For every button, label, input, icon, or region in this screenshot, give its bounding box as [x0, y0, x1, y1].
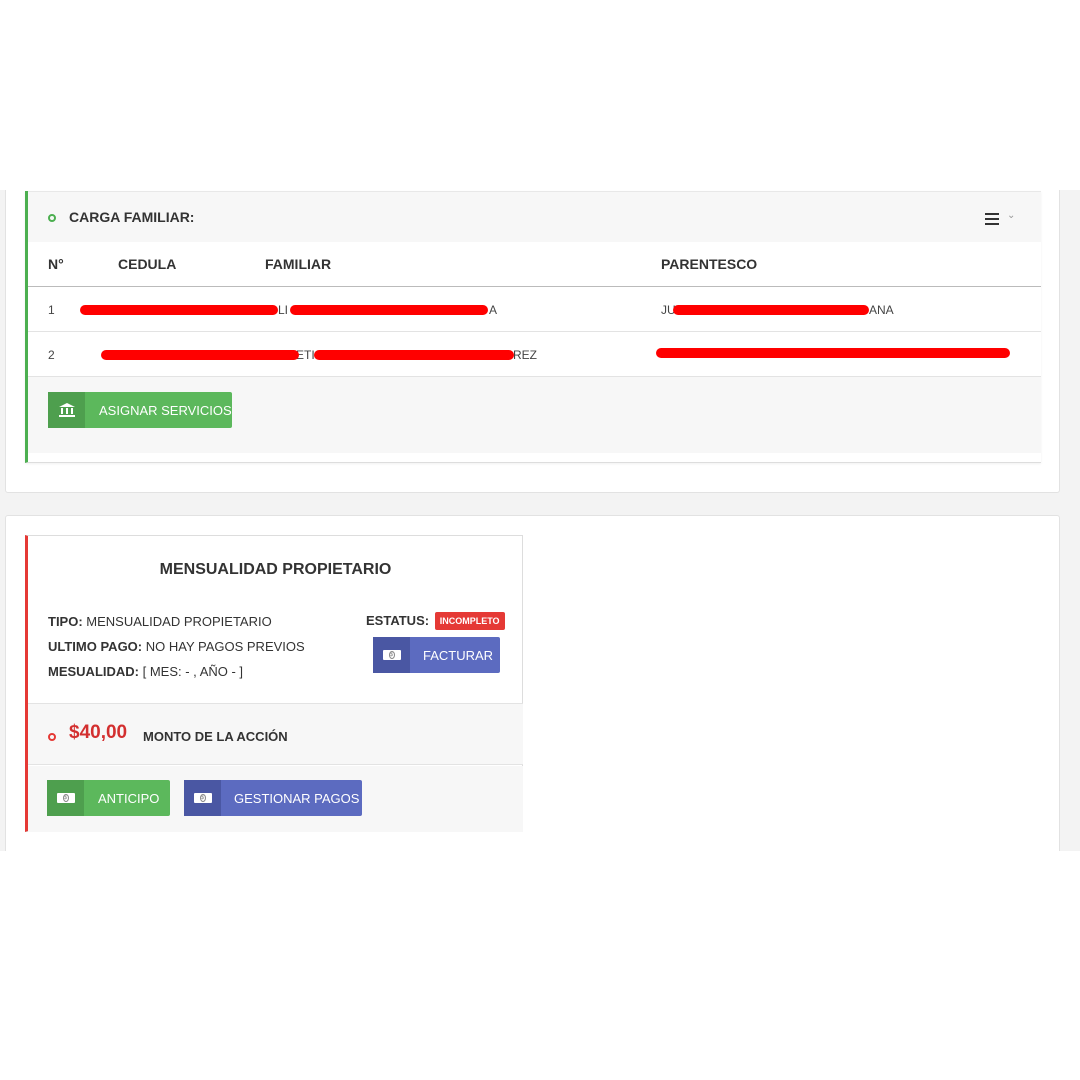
familiar-end: REZ	[513, 348, 537, 362]
familiar-start: LI	[278, 303, 289, 317]
column-header-familiar: FAMILIAR	[265, 256, 332, 272]
money-icon: $	[184, 780, 221, 816]
gestionar-pagos-button[interactable]: $ GESTIONAR PAGOS	[184, 780, 362, 816]
status-label: ESTATUS:	[366, 613, 430, 628]
parentesco-end: ANA	[869, 303, 894, 317]
facturar-label: FACTURAR	[423, 648, 494, 663]
ultimo-pago-label: ULTIMO PAGO:	[48, 639, 143, 654]
hamburger-icon[interactable]: ⌄	[985, 209, 1019, 227]
mensualidad-value: [ MES: - , AÑO - ]	[142, 664, 244, 679]
family-footer: ASIGNAR SERVICIOS	[28, 377, 1041, 453]
bank-icon	[48, 392, 85, 428]
row-number: 2	[48, 348, 55, 362]
gestionar-pagos-label: GESTIONAR PAGOS	[234, 791, 360, 806]
redaction-mark	[314, 350, 514, 360]
table-row[interactable]: 2 ETI REZ	[28, 332, 1041, 377]
chevron-down-icon: ⌄	[1007, 210, 1016, 221]
tipo-line: TIPO: MENSUALIDAD PROPIETARIO	[48, 614, 272, 629]
anticipo-label: ANTICIPO	[98, 791, 160, 806]
family-card: CARGA FAMILIAR: ⌄ N° CEDULA FAMILIAR PAR…	[25, 191, 1041, 463]
column-header-parentesco: PARENTESCO	[661, 256, 758, 272]
circle-icon	[48, 733, 56, 741]
money-icon: $	[47, 780, 84, 816]
monthly-title: MENSUALIDAD PROPIETARIO	[159, 561, 392, 578]
family-header: CARGA FAMILIAR: ⌄	[28, 191, 1041, 242]
money-icon: $	[373, 637, 410, 673]
mensualidad-label: MESUALIDAD:	[48, 664, 139, 679]
facturar-button[interactable]: $ FACTURAR	[373, 637, 500, 673]
assign-services-label: ASIGNAR SERVICIOS	[99, 403, 232, 418]
amount-value: $40,00	[69, 722, 128, 743]
family-panel: CARGA FAMILIAR: ⌄ N° CEDULA FAMILIAR PAR…	[5, 190, 1060, 493]
table-row[interactable]: 1 LI A JU ANA	[28, 287, 1041, 332]
amount-band: $40,00 MONTO DE LA ACCIÓN	[28, 703, 523, 765]
anticipo-button[interactable]: $ ANTICIPO	[47, 780, 170, 816]
column-header-n: N°	[48, 256, 64, 272]
familiar-end: A	[489, 303, 498, 317]
status-badge: INCOMPLETO	[434, 612, 505, 630]
redaction-mark	[656, 348, 1010, 358]
status-line: ESTATUS: INCOMPLETO	[366, 612, 505, 630]
tipo-value: MENSUALIDAD PROPIETARIO	[86, 614, 272, 629]
mensualidad-line: MESUALIDAD: [ MES: - , AÑO - ]	[48, 664, 243, 679]
monthly-panel: MENSUALIDAD PROPIETARIO TIPO: MENSUALIDA…	[5, 515, 1060, 851]
redaction-mark	[80, 305, 278, 315]
monthly-card: MENSUALIDAD PROPIETARIO TIPO: MENSUALIDA…	[25, 535, 523, 832]
content-area: CARGA FAMILIAR: ⌄ N° CEDULA FAMILIAR PAR…	[0, 190, 1080, 851]
ultimo-pago-line: ULTIMO PAGO: NO HAY PAGOS PREVIOS	[48, 639, 305, 654]
redaction-mark	[673, 305, 869, 315]
family-title: CARGA FAMILIAR:	[69, 209, 195, 225]
ultimo-pago-value: NO HAY PAGOS PREVIOS	[145, 639, 305, 654]
column-header-cedula: CEDULA	[118, 256, 177, 272]
circle-icon	[48, 214, 56, 222]
assign-services-button[interactable]: ASIGNAR SERVICIOS	[48, 392, 232, 428]
monthly-footer: $ ANTICIPO $ GESTIONAR PAGOS	[28, 766, 523, 832]
row-number: 1	[48, 303, 55, 317]
amount-label: MONTO DE LA ACCIÓN	[143, 729, 288, 744]
redaction-mark	[290, 305, 488, 315]
table-header: N° CEDULA FAMILIAR PARENTESCO	[28, 242, 1041, 287]
tipo-label: TIPO:	[48, 614, 83, 629]
redaction-mark	[101, 350, 299, 360]
